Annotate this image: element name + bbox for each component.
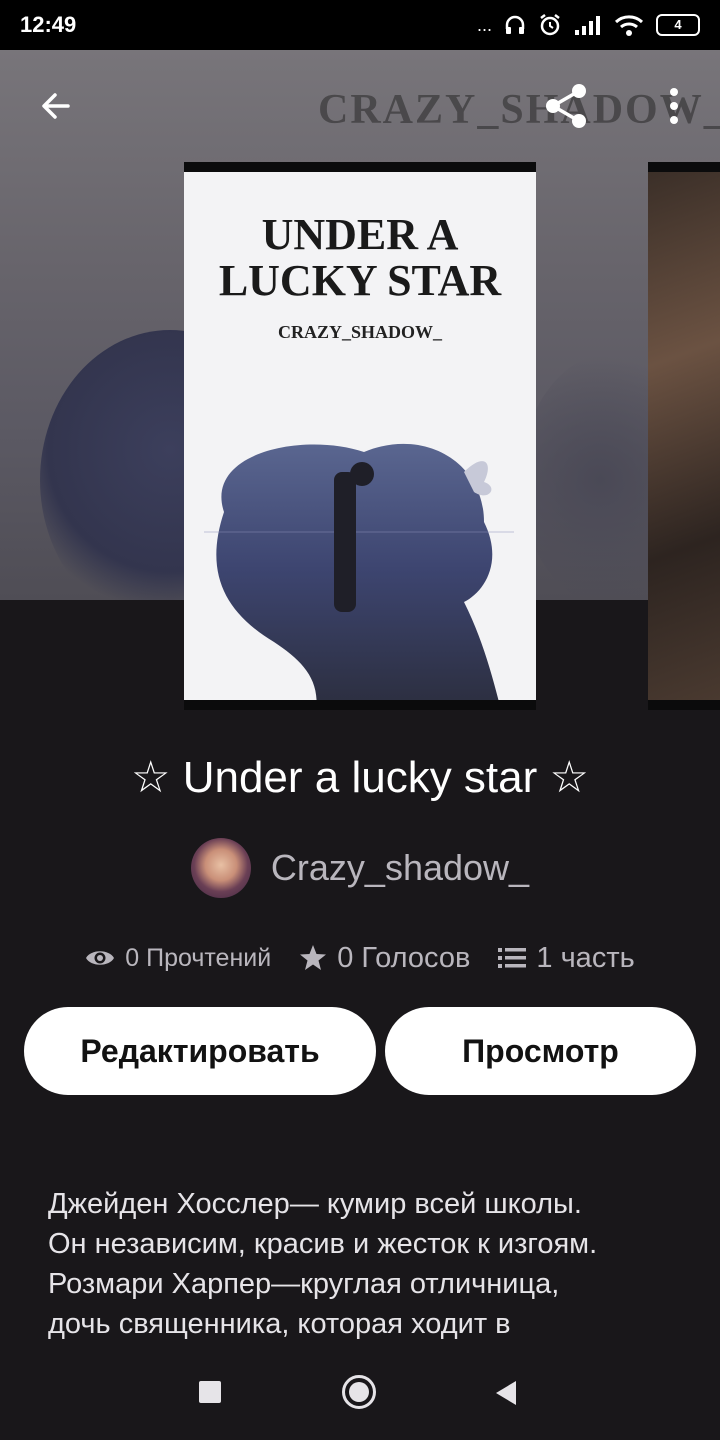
next-book-cover[interactable]: [648, 162, 720, 710]
status-time: 12:49: [20, 12, 77, 37]
cover-illustration: [204, 443, 514, 700]
description-line: Он независим, красив и жесток к изгоям.: [48, 1228, 598, 1260]
share-button[interactable]: [538, 78, 594, 134]
cover-title-line1: UNDER A: [261, 210, 459, 259]
more-options-button[interactable]: [646, 78, 702, 134]
signal-icon: [575, 16, 600, 35]
preview-button[interactable]: Просмотр: [385, 1007, 696, 1095]
recents-button[interactable]: [198, 1380, 222, 1404]
eye-icon: [86, 951, 115, 965]
status-bar: 12:49 ... 4: [0, 0, 720, 50]
battery-icon: 4: [656, 14, 700, 36]
cover-title: UNDER A LUCKY STAR: [184, 212, 536, 304]
votes-stat: 0 Голосов: [299, 942, 470, 975]
battery-level: 4: [674, 17, 682, 32]
home-button[interactable]: [341, 1374, 377, 1410]
description-line: дочь священника, которая ходит в: [48, 1308, 511, 1340]
votes-count: 0 Голосов: [337, 941, 471, 974]
back-button[interactable]: [28, 78, 84, 134]
status-icons: ... 4: [477, 13, 700, 37]
description-line: Розмари Харпер—круглая отличница,: [48, 1268, 560, 1300]
home-circle-icon: [342, 1375, 376, 1409]
book-cover[interactable]: UNDER A LUCKY STAR CRAZY_SHADOW_: [184, 162, 536, 710]
alarm-icon: [540, 14, 560, 36]
triangle-back-icon: [496, 1381, 516, 1405]
author-row[interactable]: Crazy_shadow_: [0, 838, 720, 898]
system-nav-bar: [0, 1344, 720, 1440]
cover-title-line2: LUCKY STAR: [218, 256, 502, 305]
cover-author: CRAZY_SHADOW_: [277, 322, 442, 342]
back-nav-button[interactable]: [494, 1380, 518, 1406]
parts-stat: 1 часть: [498, 941, 635, 975]
story-title: ☆ Under a lucky star ☆: [131, 753, 589, 802]
author-name[interactable]: Crazy_shadow_: [271, 847, 529, 889]
edit-button[interactable]: Редактировать: [24, 1007, 376, 1095]
star-icon: [300, 945, 327, 970]
more-vertical-icon: [670, 88, 678, 124]
story-description: Джейден Хосслер— кумир всей школы. Он не…: [48, 1184, 688, 1344]
reads-stat: 0 Прочтений: [85, 944, 271, 973]
author-avatar[interactable]: [190, 838, 251, 898]
share-icon: [546, 84, 586, 128]
parts-count: 1 часть: [536, 941, 635, 974]
list-icon: [498, 948, 527, 968]
headphones-icon: [505, 15, 525, 34]
square-icon: [199, 1381, 221, 1403]
story-stats: 0 Прочтений 0 Голосов 1 часть: [0, 930, 720, 986]
notification-dots: ...: [476, 14, 492, 35]
arrow-left-icon: [42, 93, 70, 119]
wifi-icon: [614, 15, 644, 36]
description-line: Джейден Хосслер— кумир всей школы.: [48, 1188, 582, 1220]
reads-count: 0 Прочтений: [125, 943, 272, 972]
